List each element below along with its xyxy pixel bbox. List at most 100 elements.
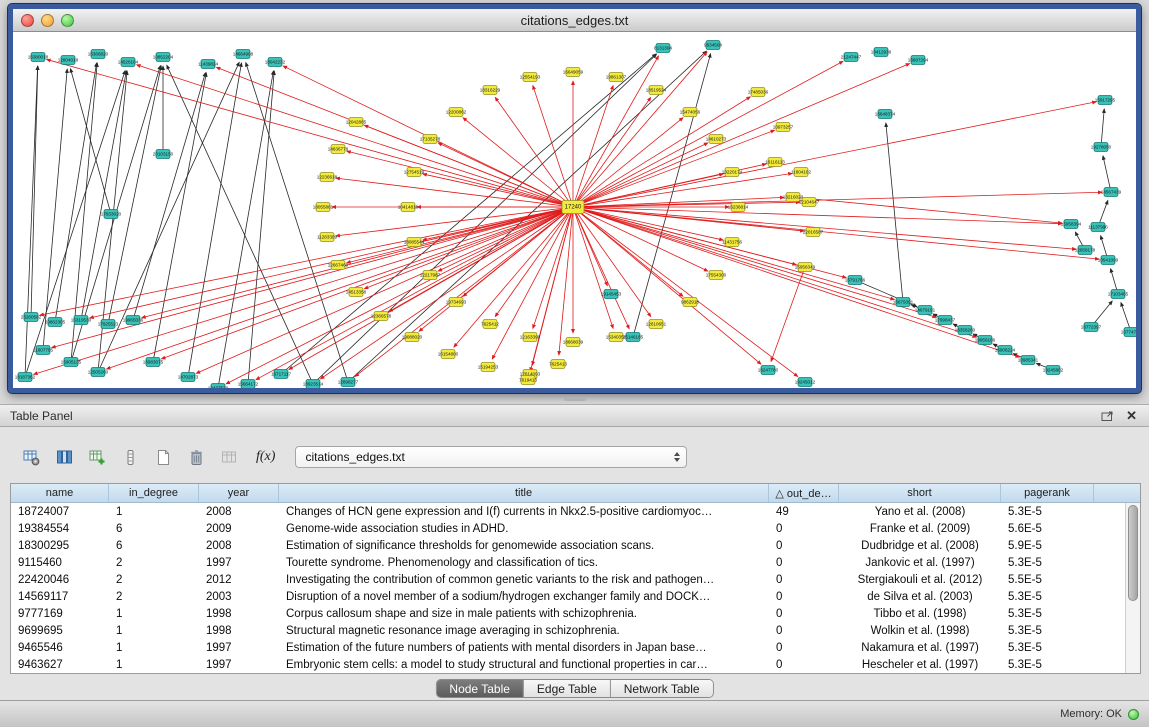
network-edge[interactable] (573, 102, 1096, 207)
cell-short[interactable]: Franke et al. (2009) (839, 523, 1001, 535)
network-edge[interactable] (633, 54, 711, 337)
cell-out_degree[interactable]: 0 (769, 540, 839, 552)
network-edge[interactable] (246, 63, 348, 382)
cell-out_degree[interactable]: 0 (769, 625, 839, 637)
cell-out_degree[interactable]: 0 (769, 523, 839, 535)
column-header-title[interactable]: title (279, 484, 769, 502)
cell-out_degree[interactable]: 0 (769, 659, 839, 671)
cell-short[interactable]: Hescheler et al. (1997) (839, 659, 1001, 671)
zoom-button[interactable] (61, 14, 74, 27)
network-edge[interactable] (248, 71, 274, 384)
cell-pagerank[interactable]: 5.5E-5 (1001, 574, 1094, 586)
cell-year[interactable]: 2003 (199, 591, 279, 603)
network-edge[interactable] (70, 69, 111, 214)
cell-short[interactable]: Yano et al. (2008) (839, 506, 1001, 518)
network-edge[interactable] (573, 207, 629, 329)
cell-out_degree[interactable]: 49 (769, 506, 839, 518)
network-edge[interactable] (573, 207, 761, 364)
cell-name[interactable]: 9465546 (11, 642, 109, 654)
cell-title[interactable]: Investigating the contribution of common… (279, 574, 769, 586)
table-row[interactable]: 1456911722003Disruption of a novel membe… (11, 588, 1140, 605)
network-edge[interactable] (423, 174, 573, 207)
cell-short[interactable]: Stergiakouli et al. (2012) (839, 574, 1001, 586)
cell-short[interactable]: Tibbo et al. (1998) (839, 608, 1001, 620)
cell-in_degree[interactable]: 1 (109, 506, 199, 518)
cell-title[interactable]: Embryonic stem cells: a model to study s… (279, 659, 769, 671)
cell-year[interactable]: 1997 (199, 557, 279, 569)
window-titlebar[interactable]: citations_edges.txt (13, 9, 1136, 32)
cell-title[interactable]: Changes of HCN gene expression and I(f) … (279, 506, 769, 518)
cell-in_degree[interactable]: 2 (109, 574, 199, 586)
network-edge[interactable] (573, 207, 936, 317)
cell-pagerank[interactable]: 5.3E-5 (1001, 591, 1094, 603)
column-header-in_degree[interactable]: in_degree (109, 484, 199, 502)
network-edge[interactable] (108, 66, 161, 324)
cell-in_degree[interactable]: 6 (109, 540, 199, 552)
tab-network-table[interactable]: Network Table (611, 680, 713, 697)
table-row[interactable]: 1830029562008Estimation of significance … (11, 537, 1140, 554)
network-edge[interactable] (133, 73, 205, 320)
network-edge[interactable] (47, 59, 573, 207)
cell-out_degree[interactable]: 0 (769, 557, 839, 569)
close-button[interactable] (21, 14, 34, 27)
cell-title[interactable]: Corpus callosum shape and size in male p… (279, 608, 769, 620)
cell-year[interactable]: 1997 (199, 659, 279, 671)
cell-year[interactable]: 2012 (199, 574, 279, 586)
cell-pagerank[interactable]: 5.3E-5 (1001, 506, 1094, 518)
show-columns-icon[interactable] (51, 445, 77, 469)
network-edge[interactable] (25, 66, 38, 377)
cell-year[interactable]: 2009 (199, 523, 279, 535)
column-header-year[interactable]: year (199, 484, 279, 502)
cell-year[interactable]: 1998 (199, 608, 279, 620)
cell-short[interactable]: Nakamura et al. (1997) (839, 642, 1001, 654)
cell-in_degree[interactable]: 2 (109, 591, 199, 603)
column-icon[interactable] (117, 445, 143, 469)
minimize-button[interactable] (41, 14, 54, 27)
network-edge[interactable] (336, 178, 573, 207)
cell-name[interactable]: 9463627 (11, 659, 109, 671)
cell-name[interactable]: 14569117 (11, 591, 109, 603)
add-column-icon[interactable] (84, 445, 110, 469)
function-builder-button[interactable]: f(x) (252, 449, 279, 465)
table-row[interactable]: 977716911998Corpus callosum shape and si… (11, 606, 1140, 623)
network-edge[interactable] (137, 65, 573, 207)
cell-short[interactable]: Wolkin et al. (1998) (839, 625, 1001, 637)
table-selector-combo[interactable]: citations_edges.txt (295, 446, 687, 468)
cell-title[interactable]: Disruption of a novel member of a sodium… (279, 591, 769, 603)
cell-title[interactable]: Structural magnetic resonance image aver… (279, 625, 769, 637)
network-edge[interactable] (573, 207, 1099, 259)
cell-in_degree[interactable]: 6 (109, 523, 199, 535)
cell-name[interactable]: 19384554 (11, 523, 109, 535)
float-panel-button[interactable] (1101, 410, 1114, 422)
table-row[interactable]: 1938455462009Genome-wide association stu… (11, 520, 1140, 537)
scrollbar-thumb[interactable] (1128, 505, 1138, 601)
divider-grip-icon[interactable] (564, 397, 586, 401)
table-row[interactable]: 911546021997Tourette syndrome. Phenomeno… (11, 554, 1140, 571)
vertical-scrollbar[interactable] (1125, 503, 1140, 673)
network-edge[interactable] (573, 61, 843, 207)
network-edge[interactable] (886, 123, 903, 302)
network-edge[interactable] (1103, 156, 1111, 192)
cell-title[interactable]: Tourette syndrome. Phenomenology and cla… (279, 557, 769, 569)
cell-pagerank[interactable]: 5.3E-5 (1001, 557, 1094, 569)
network-edge[interactable] (573, 97, 750, 207)
cell-title[interactable]: Estimation of the future numbers of pati… (279, 642, 769, 654)
table-disabled-icon[interactable] (216, 445, 242, 469)
column-header-pagerank[interactable]: pagerank (1001, 484, 1094, 502)
network-edge[interactable] (107, 207, 573, 369)
cell-in_degree[interactable]: 2 (109, 557, 199, 569)
cell-name[interactable]: 22420046 (11, 574, 109, 586)
cell-out_degree[interactable]: 0 (769, 574, 839, 586)
close-panel-button[interactable]: ✕ (1126, 408, 1137, 424)
cell-name[interactable]: 9699695 (11, 625, 109, 637)
cell-short[interactable]: de Silva et al. (2003) (839, 591, 1001, 603)
network-edge[interactable] (573, 207, 976, 337)
cell-name[interactable]: 9115460 (11, 557, 109, 569)
network-edge[interactable] (31, 66, 38, 317)
cell-pagerank[interactable]: 5.3E-5 (1001, 625, 1094, 637)
tab-edge-table[interactable]: Edge Table (524, 680, 611, 697)
network-edge[interactable] (533, 86, 573, 207)
cell-pagerank[interactable]: 5.3E-5 (1001, 608, 1094, 620)
network-edge[interactable] (771, 267, 805, 362)
network-edge[interactable] (256, 207, 573, 380)
